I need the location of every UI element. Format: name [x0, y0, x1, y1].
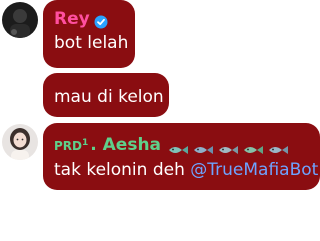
avatar-image	[2, 2, 38, 38]
fish-icon	[167, 139, 189, 154]
fish-icon	[242, 139, 264, 154]
message-text: bot lelah	[54, 33, 129, 53]
message-bubble-1[interactable]: Rey bot lelah	[43, 0, 135, 68]
verified-badge-icon	[94, 12, 108, 29]
sender-name-row: Rey	[54, 7, 135, 31]
message-text: tak kelonin deh @TrueMafiaBot	[54, 158, 320, 182]
message-text: mau di kelon	[54, 87, 164, 107]
avatar-aesha[interactable]	[2, 124, 38, 160]
sender-tag: PRD1	[54, 138, 89, 153]
message-bubble-2[interactable]: mau di kelon	[43, 73, 169, 117]
sender-name[interactable]: Rey	[54, 7, 90, 31]
fish-icon	[217, 139, 239, 154]
fish-icon	[192, 139, 214, 154]
message-bubble-3[interactable]: PRD1 . Aesha tak kelonin deh @TrueMafiaB…	[43, 123, 320, 190]
fish-icon	[267, 139, 289, 154]
mention-link[interactable]: @TrueMafiaBot	[190, 160, 318, 180]
avatar-rey[interactable]	[2, 2, 38, 38]
sender-name-row: PRD1 . Aesha	[54, 131, 320, 158]
sender-name[interactable]: . Aesha	[90, 133, 161, 157]
avatar-image	[2, 124, 38, 160]
message-text-plain: tak kelonin deh	[54, 160, 191, 180]
